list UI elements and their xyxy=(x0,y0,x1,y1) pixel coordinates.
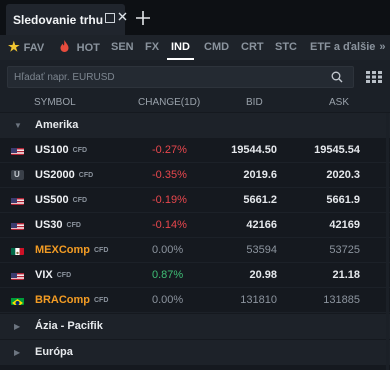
group-label: Ázia - Pacifik xyxy=(35,320,103,332)
group-label: Amerika xyxy=(35,119,79,131)
us-flag-icon xyxy=(11,195,24,205)
search-row xyxy=(0,60,390,94)
instrument-row-us100[interactable]: US100 CFD -0.27% 19544.50 19545.54 xyxy=(0,138,390,163)
change-value: -0.35% xyxy=(152,169,187,181)
bid-value[interactable]: 2019.6 xyxy=(243,169,277,181)
restore-window-icon[interactable] xyxy=(105,13,115,26)
ask-value[interactable]: 2020.3 xyxy=(326,169,360,181)
close-icon[interactable] xyxy=(118,12,127,24)
window-tab-bar: Sledovanie trhu xyxy=(0,0,390,35)
grid-view-icon[interactable] xyxy=(366,70,382,84)
add-tab-button[interactable] xyxy=(129,4,157,32)
column-headers: SYMBOL CHANGE(1D) BID ASK xyxy=(0,94,390,112)
cfd-badge: CFD xyxy=(94,247,109,254)
symbol-text: MEXComp xyxy=(35,244,90,256)
bid-value[interactable]: 42166 xyxy=(246,219,277,231)
tab-fav-label: FAV xyxy=(23,42,45,54)
double-chevron-right-icon[interactable]: » xyxy=(379,41,385,53)
symbol-text: US30 xyxy=(35,219,63,231)
change-value: 0.00% xyxy=(152,294,184,306)
tab-sledovanie-trhu[interactable]: Sledovanie trhu xyxy=(6,4,127,35)
caret-down-icon: ▼ xyxy=(14,121,22,130)
ask-value[interactable]: 19545.54 xyxy=(314,144,360,156)
scrollbar[interactable] xyxy=(386,113,389,370)
tab-sen[interactable]: SEN xyxy=(111,35,134,60)
caret-right-icon: ▶ xyxy=(14,348,21,357)
search-input[interactable] xyxy=(14,67,324,87)
tab-fx[interactable]: FX xyxy=(145,35,159,60)
us-flag-icon xyxy=(11,220,24,230)
group-label: Európa xyxy=(35,346,73,358)
brazil-flag-icon xyxy=(11,295,24,305)
instrument-symbol: US2000 CFD xyxy=(35,169,93,181)
symbol-text: BRAComp xyxy=(35,294,90,306)
bid-value[interactable]: 131810 xyxy=(240,294,277,306)
instrument-row-us500[interactable]: US500 CFD -0.19% 5661.2 5661.9 xyxy=(0,188,390,213)
ask-value[interactable]: 42169 xyxy=(329,219,360,231)
tab-title: Sledovanie trhu xyxy=(13,12,104,27)
group-azia-pacifik[interactable]: ▶ Ázia - Pacifik xyxy=(0,314,390,339)
instrument-symbol: US100 CFD xyxy=(35,144,87,156)
instrument-row-mexcomp[interactable]: MEXComp CFD 0.00% 53594 53725 xyxy=(0,238,390,263)
u-symbol-icon: U xyxy=(11,170,24,180)
group-europa[interactable]: ▶ Európa xyxy=(0,340,390,365)
cfd-badge: CFD xyxy=(56,272,72,279)
tab-fav[interactable]: ★ FAV xyxy=(8,35,44,60)
instrument-row-us30[interactable]: US30 CFD -0.14% 42166 42169 xyxy=(0,213,390,238)
bid-value[interactable]: 5661.2 xyxy=(243,194,277,206)
col-bid[interactable]: BID xyxy=(246,97,263,108)
bid-value[interactable]: 19544.50 xyxy=(231,144,277,156)
instrument-symbol: MEXComp CFD xyxy=(35,244,108,256)
cfd-badge: CFD xyxy=(94,297,109,304)
tab-etf-label: ETF a ďalšie xyxy=(310,41,376,53)
tab-hot[interactable]: HOT xyxy=(60,35,100,60)
bid-value[interactable]: 20.98 xyxy=(249,269,277,281)
us-flag-icon xyxy=(11,270,24,280)
change-value: -0.14% xyxy=(152,219,187,231)
search-box xyxy=(7,66,354,88)
us-flag-icon xyxy=(11,145,24,155)
mexico-flag-icon xyxy=(11,245,24,255)
col-change[interactable]: CHANGE(1D) xyxy=(138,97,200,108)
symbol-text: US2000 xyxy=(35,169,75,181)
flame-icon xyxy=(60,39,73,54)
star-icon: ★ xyxy=(8,39,20,54)
instrument-row-vix[interactable]: VIX CFD 0.87% 20.98 21.18 xyxy=(0,263,390,288)
symbol-text: VIX xyxy=(35,269,53,281)
tab-cmd[interactable]: CMD xyxy=(204,35,229,60)
instrument-symbol: VIX CFD xyxy=(35,269,71,281)
group-amerika[interactable]: ▼ Amerika xyxy=(0,113,390,138)
col-ask[interactable]: ASK xyxy=(329,97,349,108)
cfd-badge: CFD xyxy=(78,172,94,179)
cfd-badge: CFD xyxy=(66,222,81,229)
change-value: 0.87% xyxy=(152,269,184,281)
search-icon[interactable] xyxy=(331,70,345,84)
tab-etf[interactable]: ETF a ďalšie» xyxy=(310,35,386,60)
tab-stc[interactable]: STC xyxy=(275,35,297,60)
instrument-row-bracomp[interactable]: BRAComp CFD 0.00% 131810 131885 xyxy=(0,288,390,313)
ask-value[interactable]: 53725 xyxy=(329,244,360,256)
symbol-text: US500 xyxy=(35,194,69,206)
instrument-symbol: US30 CFD xyxy=(35,219,81,231)
tab-crt[interactable]: CRT xyxy=(241,35,264,60)
col-symbol[interactable]: SYMBOL xyxy=(34,97,76,108)
symbol-text: US100 xyxy=(35,144,69,156)
ask-value[interactable]: 21.18 xyxy=(332,269,360,281)
ask-value[interactable]: 5661.9 xyxy=(326,194,360,206)
plus-icon xyxy=(136,11,150,25)
tab-ind[interactable]: IND xyxy=(167,35,194,60)
cfd-badge: CFD xyxy=(72,197,88,204)
change-value: 0.00% xyxy=(152,244,184,256)
caret-right-icon: ▶ xyxy=(14,322,21,331)
change-value: -0.27% xyxy=(152,144,187,156)
tab-hot-label: HOT xyxy=(76,42,100,54)
instrument-row-us2000[interactable]: U US2000 CFD -0.35% 2019.6 2020.3 xyxy=(0,163,390,188)
cfd-badge: CFD xyxy=(72,147,88,154)
instrument-symbol: US500 CFD xyxy=(35,194,87,206)
instrument-symbol: BRAComp CFD xyxy=(35,294,108,306)
ask-value[interactable]: 131885 xyxy=(323,294,360,306)
bid-value[interactable]: 53594 xyxy=(246,244,277,256)
change-value: -0.19% xyxy=(152,194,187,206)
category-tabs: ★ FAV HOT SEN FX IND CMD CRT STC ETF a ďa… xyxy=(0,35,390,60)
